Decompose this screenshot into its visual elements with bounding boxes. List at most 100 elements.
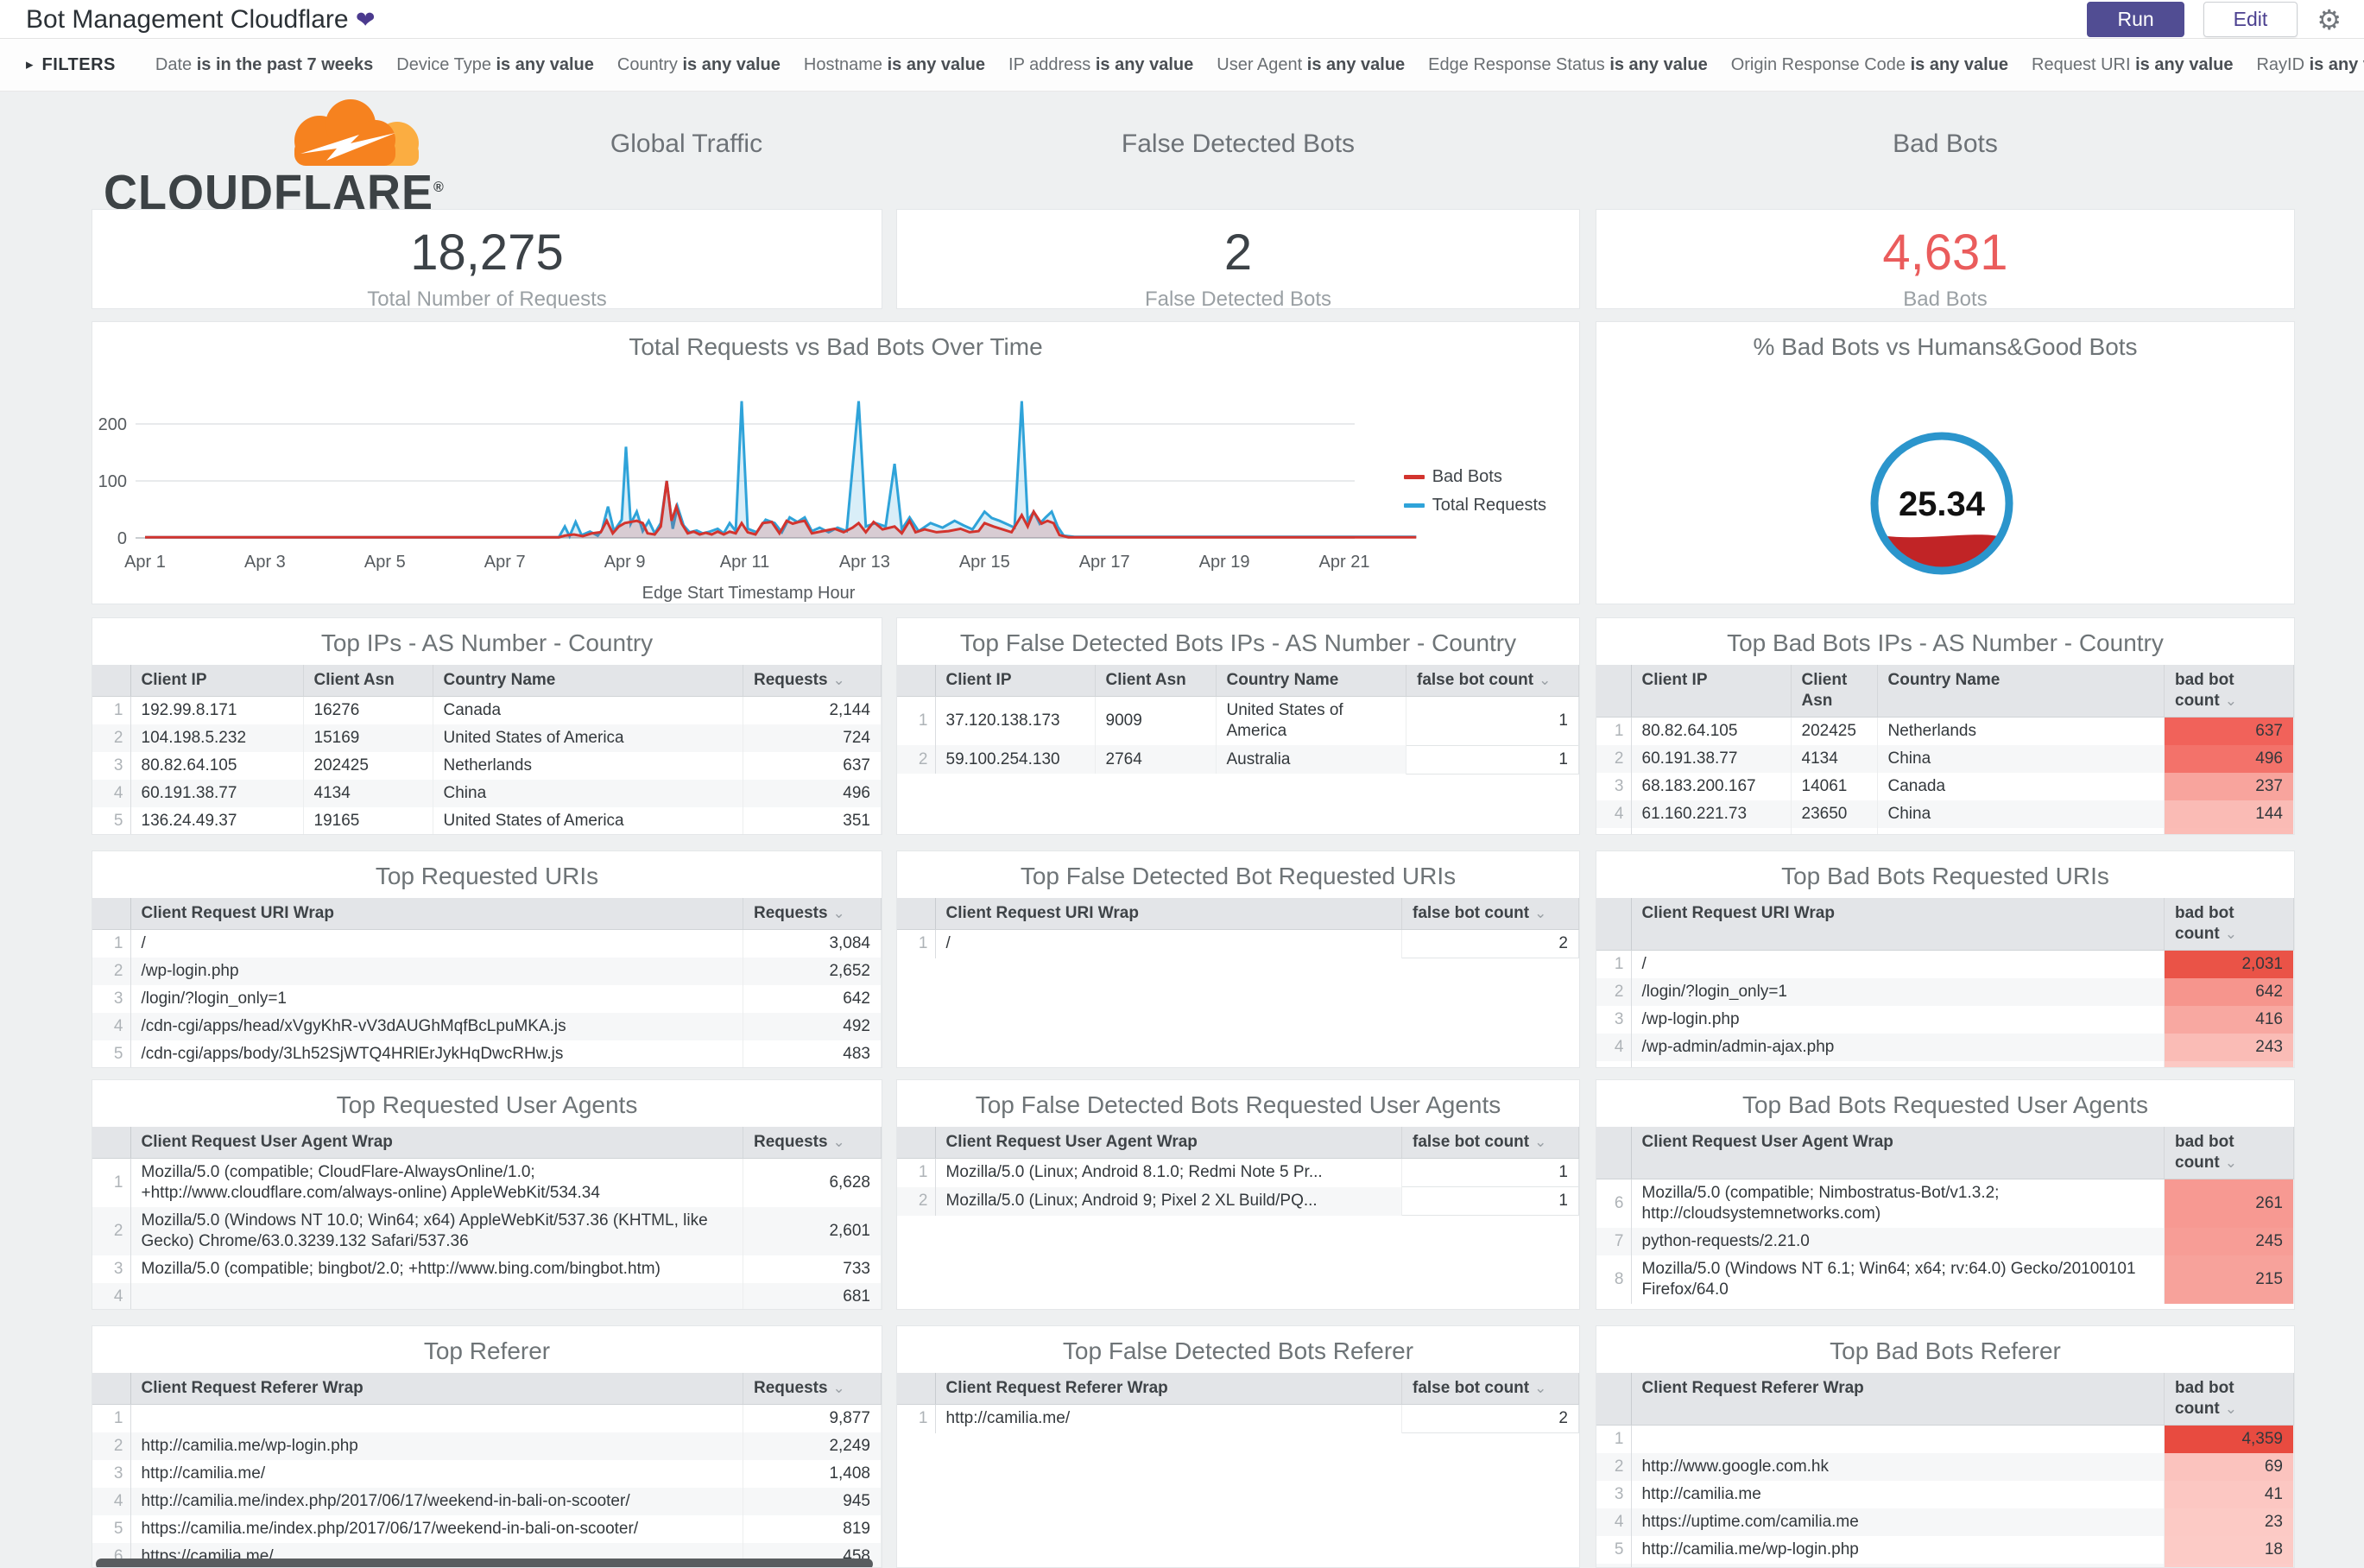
cell[interactable]: 245 <box>2164 1228 2294 1255</box>
cell[interactable]: http://camilia.me/ <box>935 1404 1402 1433</box>
filter-item[interactable]: Origin Response Code is any value <box>1731 55 2008 75</box>
cell[interactable]: 61.160.221.73 <box>1631 800 1792 828</box>
filters-label[interactable]: FILTERS <box>42 55 116 75</box>
table-row[interactable]: 2 59.100.254.130 2764 Australia 1 <box>897 744 1579 775</box>
cell[interactable]: http://camilia.me/index.php/2017/06/17/w… <box>130 1488 743 1515</box>
cell[interactable]: http://camilia.me/ <box>1631 1564 2165 1567</box>
cell[interactable]: 192.99.8.171 <box>130 696 304 724</box>
table-row[interactable]: 3 80.82.64.105 202425 Netherlands 637 <box>92 752 882 780</box>
cell[interactable]: 16276 <box>303 696 433 724</box>
cell[interactable] <box>130 1404 743 1432</box>
table-row[interactable]: 5 https://camilia.me/index.php/2017/06/17… <box>92 1515 882 1543</box>
table-row[interactable]: 3 http://camilia.me 41 <box>1596 1481 2294 1508</box>
cell[interactable]: 4,359 <box>2164 1425 2294 1453</box>
cell[interactable]: 351 <box>743 807 882 834</box>
cell[interactable]: Mozilla/5.0 (Linux; Android 8.1.0; Redmi… <box>935 1158 1402 1187</box>
cell[interactable]: 60.191.38.77 <box>130 780 304 807</box>
table-row[interactable]: 7 python-requests/2.21.0 245 <box>1596 1228 2294 1255</box>
cell[interactable]: 2,652 <box>743 958 882 985</box>
cell[interactable]: 2 <box>1401 929 1579 958</box>
cell[interactable]: 724 <box>743 724 882 752</box>
cell[interactable]: / <box>130 929 743 958</box>
cell[interactable]: 2764 <box>1095 745 1217 774</box>
column-header[interactable]: Client Request Referer Wrap <box>130 1373 743 1405</box>
table-row[interactable]: 3/wp-login.php 416 <box>1596 1006 2294 1034</box>
filter-item[interactable]: Request URI is any value <box>2032 55 2233 75</box>
filter-item[interactable]: Hostname is any value <box>804 55 985 75</box>
cell[interactable]: 15169 <box>303 724 433 752</box>
cell[interactable]: 637 <box>743 752 882 780</box>
column-header[interactable]: bad bot count ⌄ <box>2164 1127 2294 1179</box>
cell[interactable]: Netherlands <box>433 752 743 780</box>
cell[interactable]: Mozilla/5.0 (Windows NT 10.0; Win64; x64… <box>130 1207 743 1255</box>
cell[interactable]: 18 <box>2164 1536 2294 1564</box>
table-row[interactable]: 3 68.183.200.167 14061 Canada 237 <box>1596 773 2294 800</box>
cell[interactable] <box>130 1283 743 1309</box>
filter-item[interactable]: Date is in the past 7 weeks <box>155 55 373 75</box>
cell[interactable] <box>1631 1425 2165 1453</box>
table-row[interactable]: 1 192.99.8.171 16276 Canada 2,144 <box>92 696 882 724</box>
table-row[interactable]: 3/login/?login_only=1 642 <box>92 985 882 1013</box>
filter-item[interactable]: Country is any value <box>617 55 781 75</box>
cell[interactable]: 819 <box>743 1515 882 1543</box>
table-row[interactable]: 4/cdn-cgi/apps/head/xVgyKhR-vV3dAUGhMqfB… <box>92 1013 882 1040</box>
cell[interactable]: Canada <box>1877 773 2165 800</box>
table-row[interactable]: 4/wp-admin/admin-ajax.php 243 <box>1596 1034 2294 1061</box>
cell[interactable]: United States of America <box>433 807 743 834</box>
column-header[interactable]: Client Request URI Wrap <box>130 898 743 930</box>
table-row[interactable]: 4 61.160.221.73 23650 China 144 <box>1596 800 2294 828</box>
column-header[interactable]: false bot count ⌄ <box>1406 665 1579 697</box>
cell[interactable] <box>1631 828 1792 834</box>
cell[interactable]: https://camilia.me/index.php/2017/06/17/… <box>130 1515 743 1543</box>
table-row[interactable]: 3 Mozilla/5.0 (compatible; bingbot/2.0; +… <box>92 1255 882 1283</box>
column-header[interactable]: Client Request User Agent Wrap <box>935 1127 1402 1159</box>
column-header[interactable]: Requests ⌄ <box>743 1127 882 1159</box>
gear-icon[interactable]: ⚙ <box>2317 6 2342 34</box>
edit-button[interactable]: Edit <box>2203 2 2298 37</box>
column-header[interactable]: bad bot count ⌄ <box>2164 898 2294 951</box>
column-header[interactable]: Client Request User Agent Wrap <box>1631 1127 2165 1179</box>
table-row[interactable]: 1 Mozilla/5.0 (compatible; CloudFlare-Alw… <box>92 1158 882 1207</box>
cell[interactable]: 237 <box>2164 773 2294 800</box>
cell[interactable]: 6,628 <box>743 1158 882 1207</box>
table-row[interactable]: 2 60.191.38.77 4134 China 496 <box>1596 745 2294 773</box>
cell[interactable]: 41 <box>2164 1481 2294 1508</box>
column-header[interactable]: Client Asn <box>1791 665 1878 718</box>
cell[interactable]: python-requests/2.21.0 <box>1631 1228 2165 1255</box>
table-row[interactable]: 1/3,084 <box>92 929 882 958</box>
cell[interactable]: China <box>1877 745 2165 773</box>
filter-item[interactable]: Edge Response Status is any value <box>1428 55 1708 75</box>
cell[interactable]: 202425 <box>1791 717 1878 745</box>
cell[interactable]: Mozilla/5.0 (Linux; Android 9; Pixel 2 X… <box>935 1186 1402 1216</box>
cell[interactable]: 59.100.254.130 <box>935 745 1096 774</box>
column-header[interactable]: Client Request User Agent Wrap <box>130 1127 743 1159</box>
column-header[interactable]: false bot count ⌄ <box>1401 898 1579 930</box>
cell[interactable]: 1 <box>1406 744 1579 775</box>
cell[interactable]: 2,031 <box>2164 950 2294 978</box>
column-header[interactable]: Client IP <box>935 665 1096 697</box>
column-header[interactable]: Client Request Referer Wrap <box>1631 1373 2165 1426</box>
cell[interactable]: 68.183.200.167 <box>1631 773 1792 800</box>
cell[interactable]: Mozilla/5.0 (Windows NT 6.1; Win64; x64;… <box>1631 1255 2165 1304</box>
cell[interactable]: Australia <box>1216 745 1406 774</box>
cell[interactable]: United States of America <box>1216 696 1406 745</box>
column-header[interactable]: Client IP <box>130 665 304 697</box>
cell[interactable]: 483 <box>743 1040 882 1067</box>
cell[interactable] <box>1791 828 1878 834</box>
table-row[interactable]: 5/xmlrpc.php124 <box>1596 1061 2294 1067</box>
cell[interactable]: 492 <box>743 1013 882 1040</box>
table-row[interactable]: 1 80.82.64.105 202425 Netherlands 637 <box>1596 717 2294 745</box>
table-row[interactable]: 3 http://camilia.me/1,408 <box>92 1460 882 1488</box>
cell[interactable]: Mozilla/5.0 (compatible; CloudFlare-Alwa… <box>130 1158 743 1207</box>
table-row[interactable]: 1 37.120.138.173 9009 United States of Amer… <box>897 696 1579 746</box>
cell[interactable]: Mozilla/5.0 (compatible; Nimbostratus-Bo… <box>1631 1179 2165 1228</box>
table-row[interactable]: 5/cdn-cgi/apps/body/3Lh52SjWTQ4HRlErJykH… <box>92 1040 882 1067</box>
column-header[interactable]: Client IP <box>1631 665 1792 718</box>
cell[interactable]: Netherlands <box>1877 717 2165 745</box>
cell[interactable]: http://camilia.me/wp-login.php <box>130 1432 743 1460</box>
table-row[interactable]: 2 http://camilia.me/wp-login.php 2,249 <box>92 1432 882 1460</box>
cell[interactable]: 2 <box>1401 1404 1579 1433</box>
cell[interactable]: China <box>433 780 743 807</box>
filter-item[interactable]: Device Type is any value <box>396 55 594 75</box>
column-header[interactable]: Requests ⌄ <box>743 898 882 930</box>
